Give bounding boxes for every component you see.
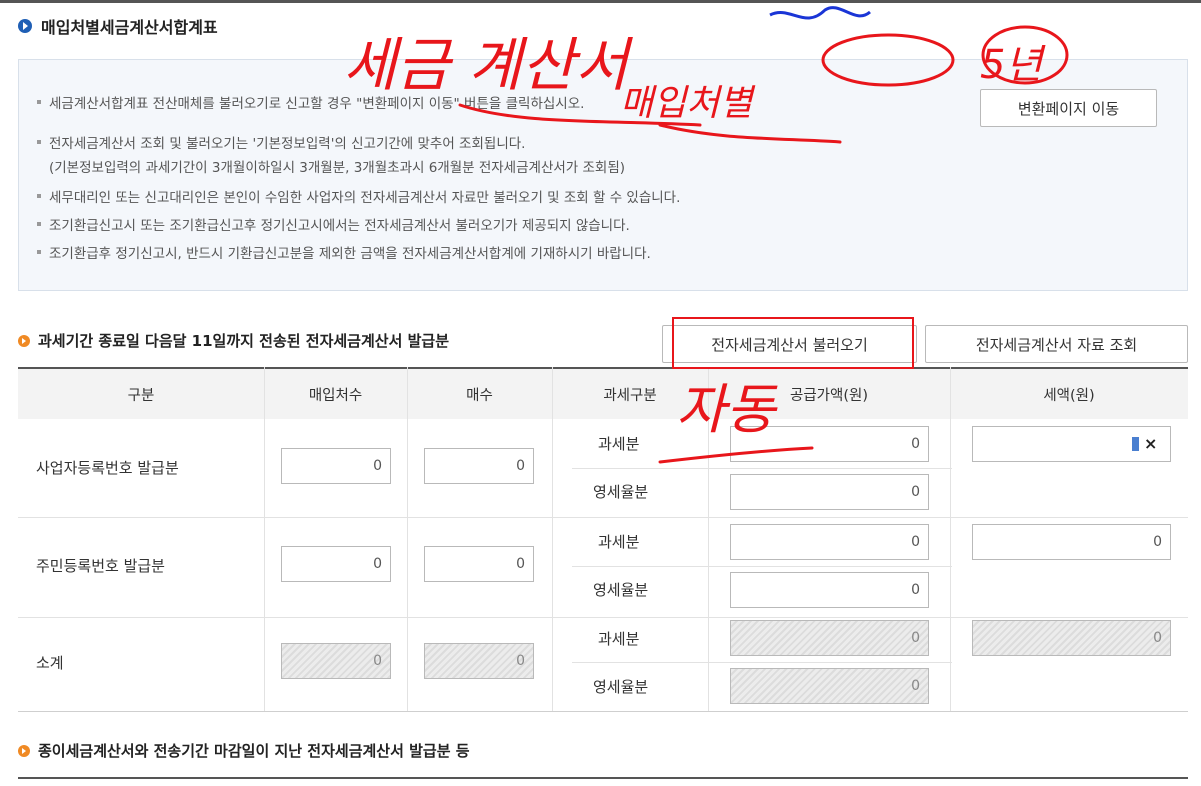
red-highlight-box: [672, 317, 914, 369]
annotation-text: 매입처별: [620, 83, 755, 124]
handwritten-annotations: 세금 계산서 매입처별 5년 자동: [343, 6, 1069, 464]
annotation-text: 자동: [676, 378, 779, 441]
annotation-text: 5년: [980, 42, 1046, 88]
blue-scribble: [769, 6, 871, 20]
annotation-text: 세금 계산서: [343, 31, 634, 99]
